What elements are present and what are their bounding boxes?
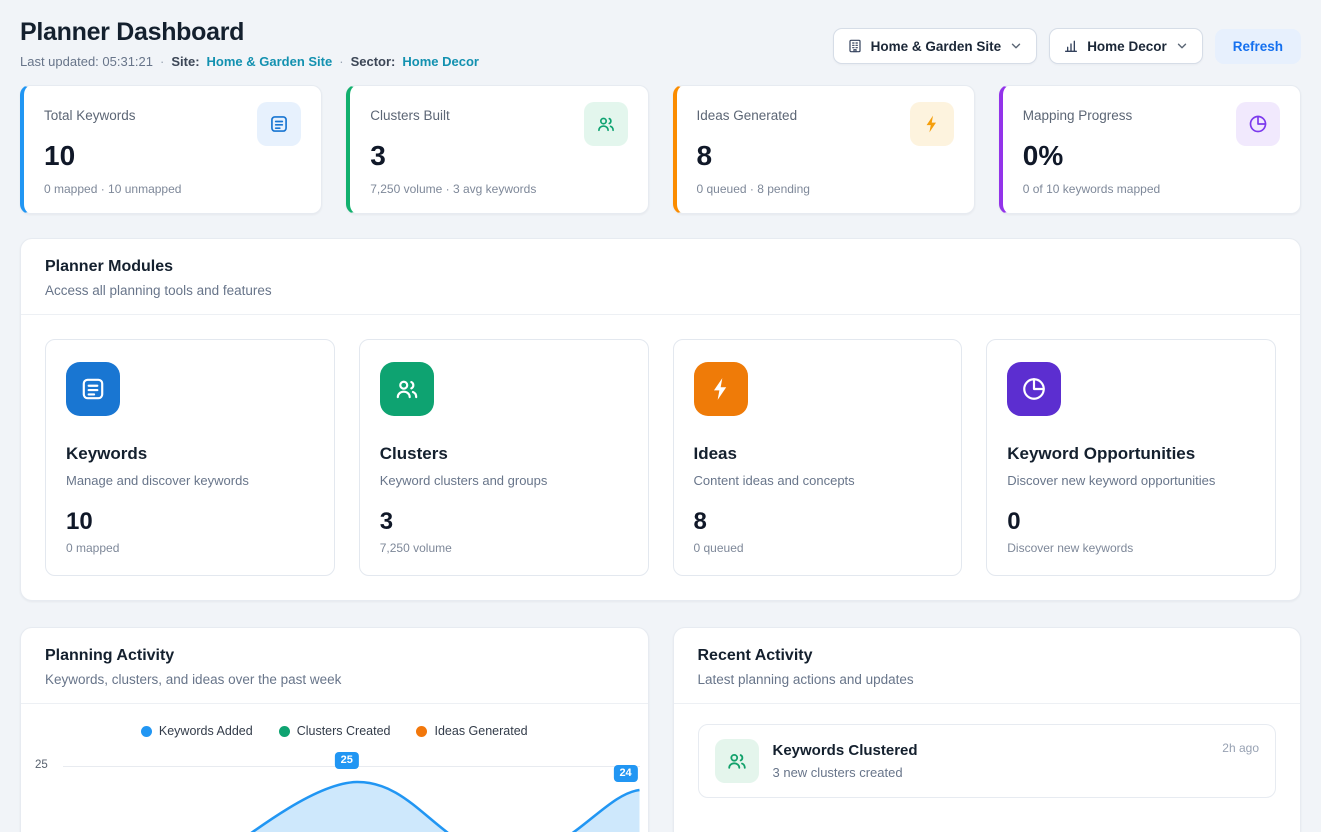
stat-label: Ideas Generated — [697, 102, 798, 123]
header: Planner Dashboard Last updated: 05:31:21… — [20, 18, 1301, 69]
y-axis-tick: 25 — [35, 759, 48, 771]
legend-dot-icon — [416, 726, 427, 737]
legend-dot-icon — [279, 726, 290, 737]
chart-legend: Keywords Added Clusters Created Ideas Ge… — [21, 704, 648, 738]
meta-row: Last updated: 05:31:21 · Site: Home & Ga… — [20, 54, 479, 69]
area-chart: 25 25 24 — [21, 754, 648, 832]
section-title: Planning Activity — [45, 647, 624, 665]
planning-activity-header: Planning Activity Keywords, clusters, an… — [21, 628, 648, 704]
bottom-row: Planning Activity Keywords, clusters, an… — [20, 627, 1301, 832]
legend-dot-icon — [141, 726, 152, 737]
legend-label: Clusters Created — [297, 724, 391, 738]
activity-description: 3 new clusters created — [773, 765, 918, 780]
module-description: Content ideas and concepts — [694, 473, 942, 488]
activity-timestamp: 2h ago — [1222, 741, 1259, 755]
users-icon — [584, 102, 628, 146]
module-title: Keyword Opportunities — [1007, 444, 1255, 464]
recent-activity-card: Recent Activity Latest planning actions … — [673, 627, 1302, 832]
document-icon — [257, 102, 301, 146]
stat-card-mapping-progress: Mapping Progress 0% 0 of 10 keywords map… — [999, 85, 1301, 214]
stat-card-clusters-built: Clusters Built 3 7,250 volume · 3 avg ke… — [346, 85, 648, 214]
activity-item-keywords-clustered: Keywords Clustered 3 new clusters create… — [698, 724, 1277, 798]
stat-label: Mapping Progress — [1023, 102, 1133, 123]
site-selector-dropdown[interactable]: Home & Garden Site — [833, 28, 1038, 64]
module-card-keywords[interactable]: Keywords Manage and discover keywords 10… — [45, 339, 335, 576]
module-caption: 0 queued — [694, 541, 942, 555]
activity-list: Keywords Clustered 3 new clusters create… — [674, 704, 1301, 818]
planner-dashboard-page: Planner Dashboard Last updated: 05:31:21… — [0, 0, 1321, 832]
module-value: 0 — [1007, 508, 1255, 536]
users-icon — [380, 362, 434, 416]
stats-row: Total Keywords 10 0 mapped · 10 unmapped… — [20, 85, 1301, 214]
meta-separator: · — [160, 54, 164, 69]
section-title: Recent Activity — [698, 647, 1277, 665]
data-point-label: 24 — [613, 765, 637, 782]
module-value: 8 — [694, 508, 942, 536]
building-icon — [847, 38, 863, 54]
refresh-button[interactable]: Refresh — [1215, 29, 1301, 64]
sector-selector-value: Home Decor — [1087, 39, 1167, 54]
pie-chart-icon — [1007, 362, 1061, 416]
module-description: Discover new keyword opportunities — [1007, 473, 1255, 488]
module-title: Keywords — [66, 444, 314, 464]
module-value: 10 — [66, 508, 314, 536]
recent-activity-header: Recent Activity Latest planning actions … — [674, 628, 1301, 704]
stat-caption: 0 queued · 8 pending — [697, 182, 954, 196]
module-value: 3 — [380, 508, 628, 536]
module-caption: 7,250 volume — [380, 541, 628, 555]
bolt-icon — [694, 362, 748, 416]
users-icon — [715, 739, 759, 783]
section-subtitle: Keywords, clusters, and ideas over the p… — [45, 672, 624, 687]
stat-label: Total Keywords — [44, 102, 136, 123]
meta-separator-2: · — [339, 54, 343, 69]
site-link[interactable]: Home & Garden Site — [207, 54, 333, 69]
chevron-down-icon — [1175, 39, 1189, 53]
module-title: Ideas — [694, 444, 942, 464]
header-controls: Home & Garden Site Home Decor Refresh — [833, 28, 1301, 64]
module-card-keyword-opportunities[interactable]: Keyword Opportunities Discover new keywo… — [986, 339, 1276, 576]
legend-label: Keywords Added — [159, 724, 253, 738]
stat-card-total-keywords: Total Keywords 10 0 mapped · 10 unmapped — [20, 85, 322, 214]
module-card-clusters[interactable]: Clusters Keyword clusters and groups 3 7… — [359, 339, 649, 576]
legend-label: Ideas Generated — [434, 724, 527, 738]
module-description: Manage and discover keywords — [66, 473, 314, 488]
module-card-ideas[interactable]: Ideas Content ideas and concepts 8 0 que… — [673, 339, 963, 576]
stat-card-ideas-generated: Ideas Generated 8 0 queued · 8 pending — [673, 85, 975, 214]
planning-activity-card: Planning Activity Keywords, clusters, an… — [20, 627, 649, 832]
module-title: Clusters — [380, 444, 628, 464]
stat-caption: 0 of 10 keywords mapped — [1023, 182, 1280, 196]
sector-link[interactable]: Home Decor — [402, 54, 479, 69]
bolt-icon — [910, 102, 954, 146]
stat-caption: 0 mapped · 10 unmapped — [44, 182, 301, 196]
chevron-down-icon — [1009, 39, 1023, 53]
activity-item-body: Keywords Clustered 3 new clusters create… — [773, 739, 918, 780]
section-subtitle: Access all planning tools and features — [45, 283, 1276, 298]
page-title: Planner Dashboard — [20, 18, 479, 47]
legend-item-clusters-created: Clusters Created — [279, 724, 391, 738]
legend-item-ideas-generated: Ideas Generated — [416, 724, 527, 738]
module-description: Keyword clusters and groups — [380, 473, 628, 488]
site-selector-value: Home & Garden Site — [871, 39, 1002, 54]
module-caption: 0 mapped — [66, 541, 314, 555]
bar-chart-icon — [1063, 38, 1079, 54]
sector-label: Sector: — [351, 54, 396, 69]
site-label: Site: — [171, 54, 199, 69]
stat-caption: 7,250 volume · 3 avg keywords — [370, 182, 627, 196]
activity-title: Keywords Clustered — [773, 739, 918, 759]
legend-item-keywords-added: Keywords Added — [141, 724, 253, 738]
document-icon — [66, 362, 120, 416]
pie-chart-icon — [1236, 102, 1280, 146]
header-left: Planner Dashboard Last updated: 05:31:21… — [20, 18, 479, 69]
planner-modules-header: Planner Modules Access all planning tool… — [21, 239, 1300, 315]
sector-selector-dropdown[interactable]: Home Decor — [1049, 28, 1203, 64]
last-updated: Last updated: 05:31:21 — [20, 54, 153, 69]
section-title: Planner Modules — [45, 258, 1276, 276]
data-point-label: 25 — [335, 752, 359, 769]
module-caption: Discover new keywords — [1007, 541, 1255, 555]
stat-label: Clusters Built — [370, 102, 450, 123]
modules-grid: Keywords Manage and discover keywords 10… — [21, 315, 1300, 600]
section-subtitle: Latest planning actions and updates — [698, 672, 1277, 687]
planner-modules-panel: Planner Modules Access all planning tool… — [20, 238, 1301, 601]
